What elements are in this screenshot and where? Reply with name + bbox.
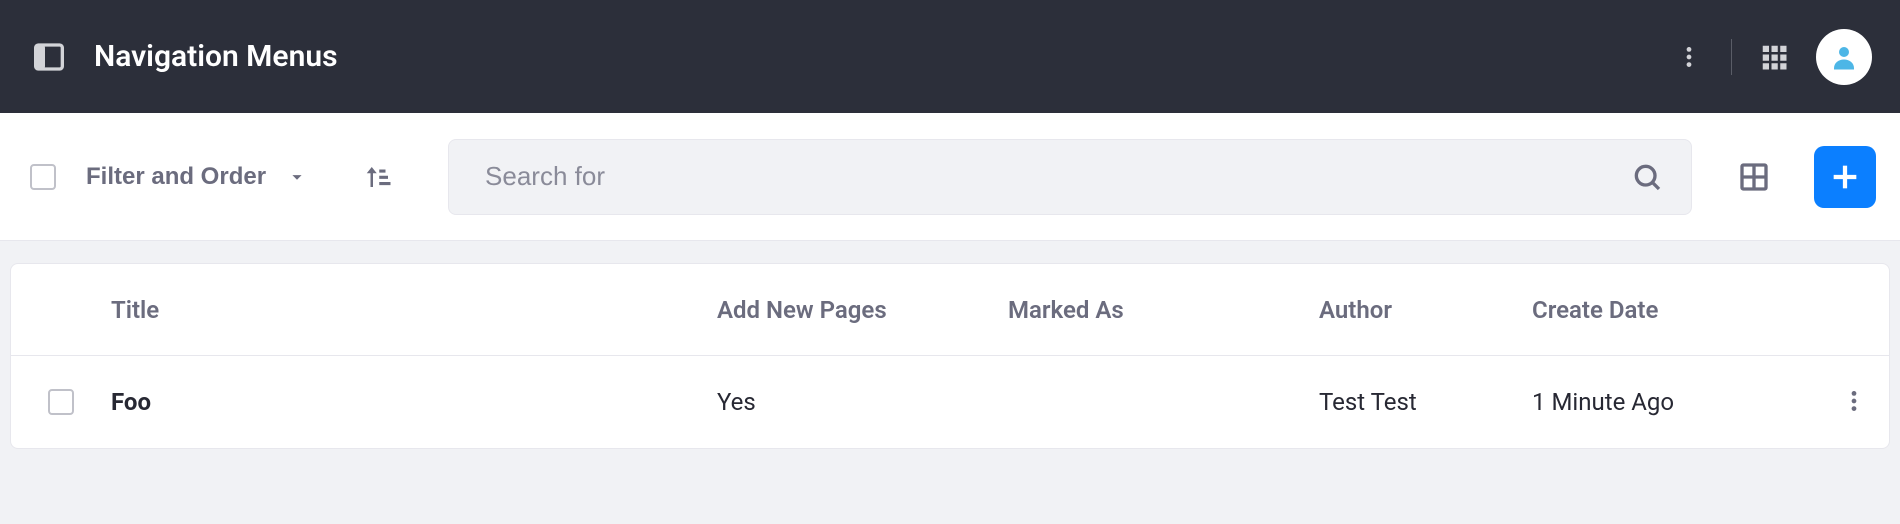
app-header: Navigation Menus [0,0,1900,113]
sort-ascending-icon [363,162,393,192]
filter-order-dropdown[interactable]: Filter and Order [86,163,308,191]
search-field-wrapper [448,139,1692,215]
column-header-create-date[interactable]: Create Date [1532,296,1804,324]
column-header-marked-as[interactable]: Marked As [1008,296,1319,324]
search-icon [1631,161,1663,193]
select-all-checkbox[interactable] [30,164,56,190]
column-header-author[interactable]: Author [1319,296,1532,324]
cell-author: Test Test [1319,388,1532,416]
row-checkbox[interactable] [48,389,74,415]
table-row[interactable]: Foo Yes Test Test 1 Minute Ago [11,356,1889,448]
ellipsis-v-icon [1841,388,1867,414]
cell-title: Foo [111,388,717,416]
header-divider [1731,39,1732,75]
content-area: Title Add New Pages Marked As Author Cre… [0,241,1900,471]
cell-add-new-pages: Yes [717,388,1008,416]
apps-grid-button[interactable] [1754,37,1794,77]
header-actions [1669,29,1872,85]
data-table: Title Add New Pages Marked As Author Cre… [10,263,1890,449]
more-options-button[interactable] [1669,37,1709,77]
caret-down-icon [286,166,308,188]
view-toggle-button[interactable] [1734,157,1774,197]
panel-toggle-icon[interactable] [32,40,66,74]
table-header-row: Title Add New Pages Marked As Author Cre… [11,264,1889,356]
row-actions-cell [1804,382,1890,422]
row-actions-button[interactable] [1834,382,1874,422]
add-button[interactable] [1814,146,1876,208]
filter-order-label: Filter and Order [86,163,266,191]
page-title: Navigation Menus [94,39,1669,74]
management-bar: Filter and Order [0,113,1900,241]
plus-icon [1828,160,1862,194]
cell-create-date: 1 Minute Ago [1532,388,1804,416]
cards-view-icon [1738,161,1770,193]
search-input[interactable] [485,161,1631,192]
row-checkbox-cell [11,389,111,415]
user-avatar[interactable] [1816,29,1872,85]
column-header-title[interactable]: Title [111,296,717,324]
column-header-add-new-pages[interactable]: Add New Pages [717,296,1008,324]
sort-direction-button[interactable] [358,157,398,197]
